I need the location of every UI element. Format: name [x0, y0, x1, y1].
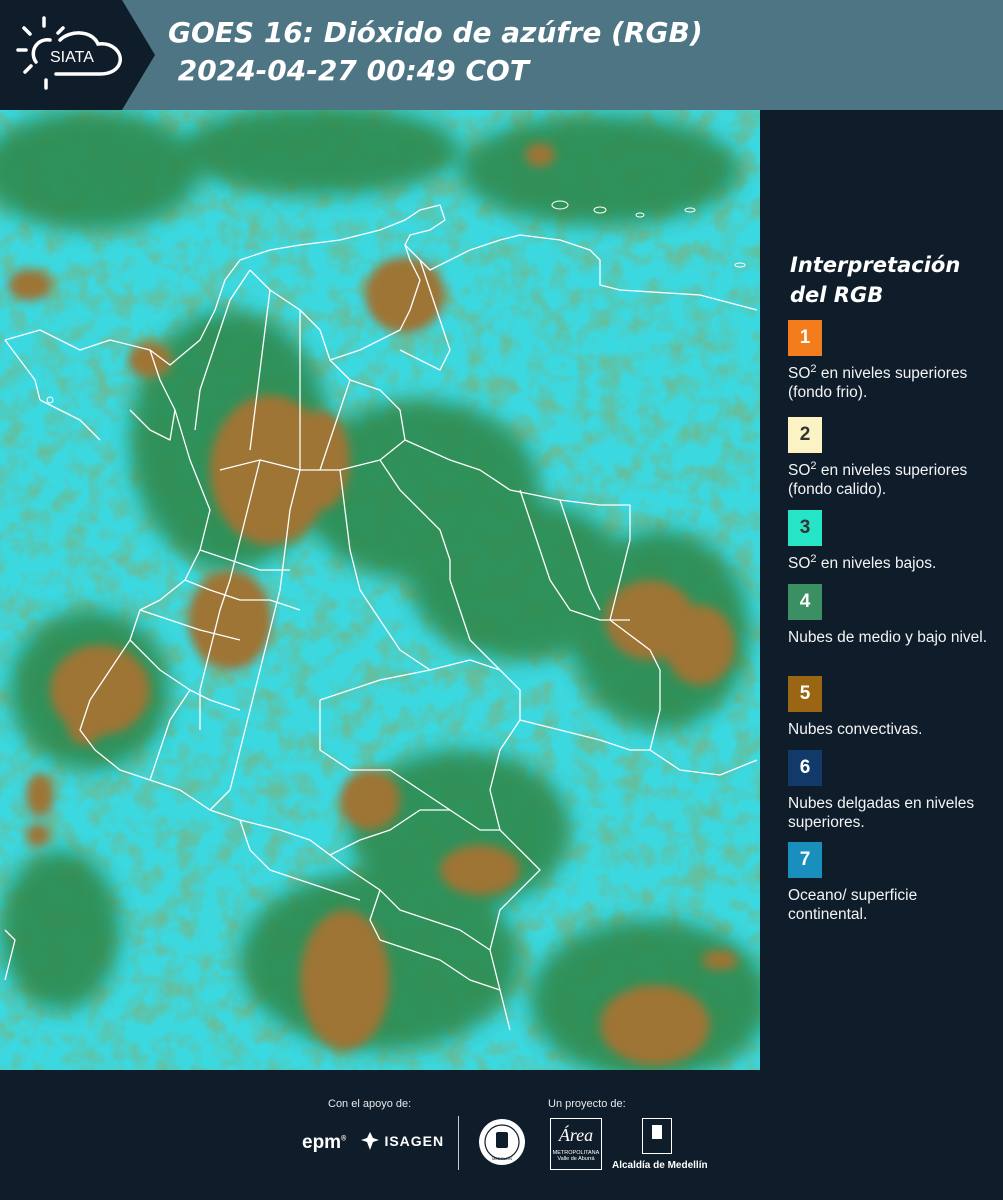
page-title: GOES 16: Dióxido de azúfre (RGB): [168, 16, 703, 49]
legend-item-1: 1 SO2 en niveles superiores (fondo frio)…: [788, 320, 998, 402]
area-metropolitana-logo: Área METROPOLITANA Valle de Aburrá: [550, 1118, 602, 1170]
epm-logo: epm®: [302, 1132, 347, 1153]
legend-swatch-7: 7: [788, 842, 822, 878]
isagen-text: ISAGEN: [384, 1133, 445, 1149]
svg-text:MEDELLÍN: MEDELLÍN: [492, 1156, 512, 1161]
legend-text-5: Nubes convectivas.: [788, 721, 923, 738]
legend-text-1: SO2 en niveles superiores (fondo frio).: [788, 362, 968, 401]
legend-item-2: 2 SO2 en niveles superiores (fondo calid…: [788, 417, 998, 499]
legend-text-7: Oceano/ superficie continental.: [788, 887, 918, 923]
isagen-icon: [361, 1132, 379, 1150]
legend-number-1: 1: [799, 327, 811, 348]
medellin-seal: MEDELLÍN: [477, 1116, 527, 1173]
page-timestamp: 2024-04-27 00:49 COT: [168, 54, 529, 87]
legend-number-7: 7: [799, 849, 811, 870]
legend-item-3: 3 SO2 en niveles bajos.: [788, 510, 998, 573]
legend-text-6: Nubes delgadas en niveles superiores.: [788, 795, 975, 831]
legend-number-2: 2: [799, 424, 811, 445]
siata-logo-text: SIATA: [50, 49, 94, 66]
area-logo-text: Área: [558, 1125, 594, 1145]
legend-number-3: 3: [799, 517, 811, 538]
legend-item-6: 6 Nubes delgadas en niveles superiores.: [788, 750, 998, 832]
legend-item-4: 4 Nubes de medio y bajo nivel.: [788, 584, 998, 647]
sun-cloud-icon: SIATA: [16, 16, 122, 90]
footer: Con el apoyo de: Un proyecto de: epm® IS…: [0, 1070, 1003, 1200]
legend-text-2: SO2 en niveles superiores (fondo calido)…: [788, 459, 968, 498]
legend-text-4: Nubes de medio y bajo nivel.: [788, 629, 988, 646]
legend-swatch-2: 2: [788, 417, 822, 453]
legend-swatch-6: 6: [788, 750, 822, 786]
legend-swatch-3: 3: [788, 510, 822, 546]
rgb-legend: Interpretación del RGB 1 SO2 en niveles …: [762, 110, 1003, 1070]
legend-item-7: 7 Oceano/ superficie continental.: [788, 842, 998, 924]
seal-icon: MEDELLÍN: [479, 1119, 525, 1165]
legend-text-3: SO2 en niveles bajos.: [788, 552, 937, 572]
legend-title: Interpretación del RGB: [790, 250, 995, 310]
header-bar: SIATA GOES 16: Dióxido de azúfre (RGB) 2…: [0, 0, 1003, 110]
support-label: Con el apoyo de:: [328, 1098, 412, 1110]
area-logo-sub2: Valle de Aburrá: [557, 1156, 595, 1162]
map-canvas[interactable]: [0, 110, 760, 1070]
footer-divider: [458, 1116, 459, 1170]
isagen-logo: ISAGEN: [360, 1130, 444, 1152]
satellite-map[interactable]: [0, 110, 760, 1070]
legend-title-line2: del RGB: [790, 283, 884, 307]
legend-swatch-5: 5: [788, 676, 822, 712]
siata-logo: SIATA: [0, 0, 155, 110]
legend-item-5: 5 Nubes convectivas.: [788, 676, 998, 739]
legend-title-line1: Interpretación: [790, 253, 961, 277]
project-label: Un proyecto de:: [548, 1098, 626, 1110]
alcaldia-shield-icon: [642, 1118, 672, 1154]
legend-swatch-1: 1: [788, 320, 822, 356]
legend-number-5: 5: [799, 683, 811, 704]
legend-number-4: 4: [799, 591, 811, 612]
alcaldia-text: Alcaldía de Medellín: [612, 1160, 708, 1171]
legend-number-6: 6: [799, 757, 811, 778]
legend-swatch-4: 4: [788, 584, 822, 620]
